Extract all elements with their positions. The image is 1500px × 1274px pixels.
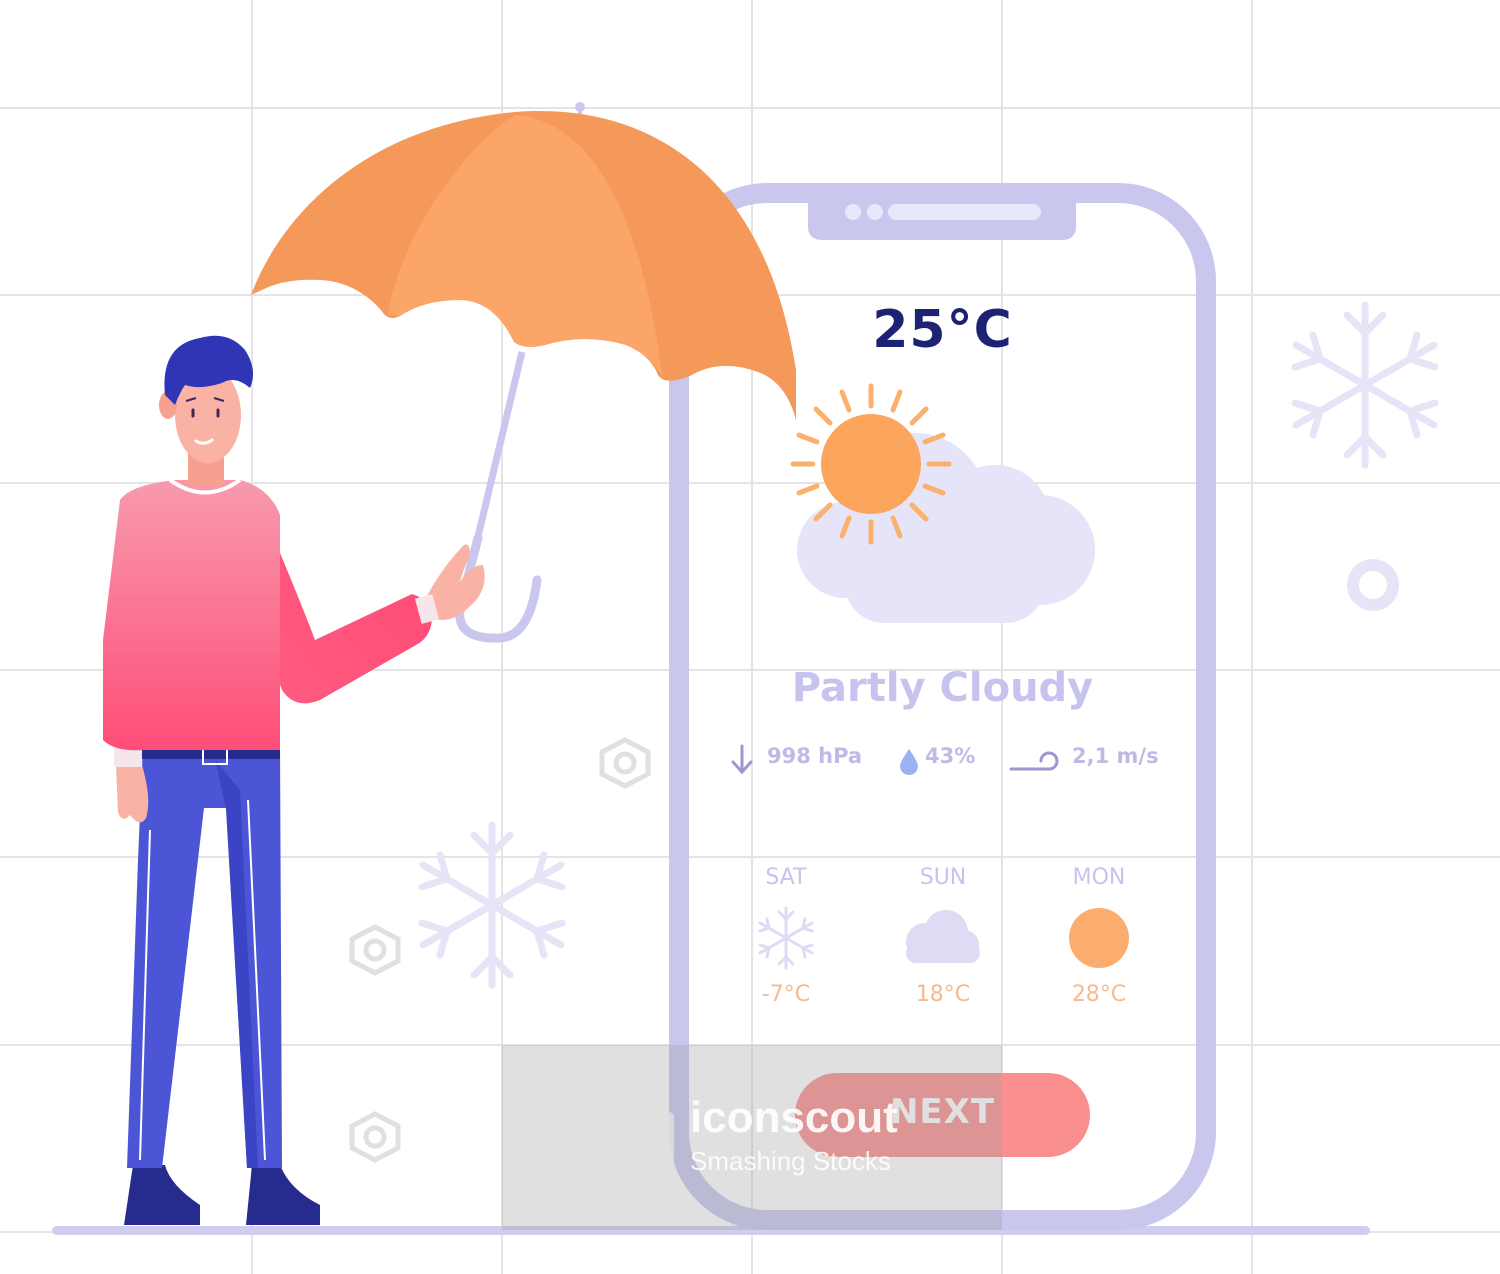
forecast-day-mon: MON — [1072, 865, 1126, 890]
watermark-brand: iconscout — [690, 1093, 898, 1142]
forecast-temp-sat: -7°C — [761, 982, 811, 1007]
camera-dot — [845, 204, 861, 220]
camera-dot — [867, 204, 883, 220]
forecast-temp-mon: 28°C — [1071, 982, 1127, 1007]
watermark-tagline: Smashing Stocks — [690, 1146, 891, 1176]
current-temperature: 25°C — [872, 300, 1013, 360]
pressure-value: 998 hPa — [767, 744, 863, 768]
left-hand — [116, 765, 149, 823]
humidity-drop-icon — [900, 749, 918, 775]
forecast-day-sun: SUN — [919, 865, 967, 890]
left-shoe — [124, 1165, 200, 1225]
speaker-bar — [888, 204, 1041, 220]
cloud-icon — [906, 910, 980, 963]
right-shoe — [246, 1165, 320, 1225]
pressure-arrow-icon — [731, 744, 753, 775]
sun-icon — [1069, 908, 1129, 968]
weather-condition: Partly Cloudy — [791, 665, 1094, 711]
ring-decoration — [1347, 559, 1399, 611]
sweater — [103, 480, 280, 751]
arm — [255, 510, 432, 704]
pants — [127, 745, 282, 1168]
man-figure — [103, 335, 485, 1225]
snowflake-icon — [758, 906, 814, 970]
forecast-day-sat: SAT — [765, 865, 807, 890]
humidity-value: 43% — [925, 744, 976, 768]
umbrella — [251, 102, 796, 643]
wind-icon — [1009, 751, 1059, 771]
partly-cloudy-icon — [790, 383, 1095, 623]
forecast-temp-sun: 18°C — [915, 982, 971, 1007]
wind-value: 2,1 m/s — [1072, 744, 1159, 768]
